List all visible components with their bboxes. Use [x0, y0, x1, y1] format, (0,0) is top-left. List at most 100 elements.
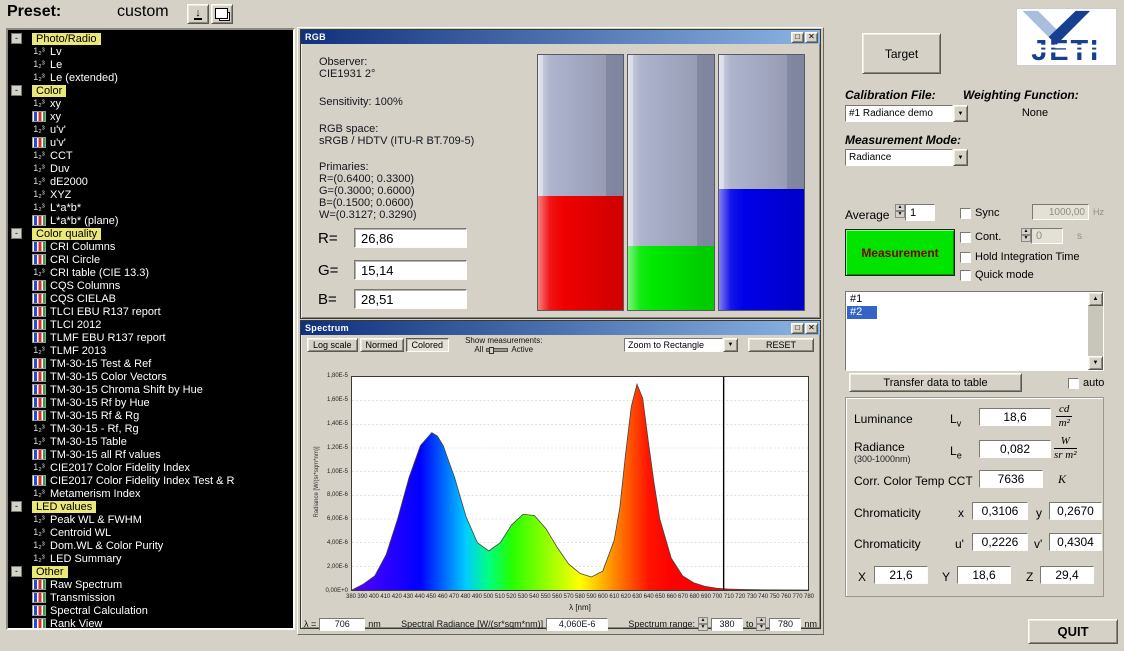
- spectrum-titlebar[interactable]: Spectrum □ ✕: [301, 321, 820, 335]
- slider-thumb[interactable]: [489, 347, 494, 354]
- checkbox-box[interactable]: [960, 208, 971, 219]
- tree-item[interactable]: Transmission: [8, 591, 293, 604]
- checkbox-box[interactable]: [960, 232, 971, 243]
- tree-group-header[interactable]: Photo/Radio: [32, 33, 101, 45]
- close-icon[interactable]: ✕: [805, 323, 818, 334]
- tree-item[interactable]: TM-30-15 Chroma Shift by Hue: [8, 383, 293, 396]
- tree-item[interactable]: TM-30-15 Rf & Rg: [8, 409, 293, 422]
- listbox-scrollbar[interactable]: ▲ ▼: [1088, 292, 1103, 370]
- preset-value[interactable]: custom: [117, 3, 169, 21]
- tree-item[interactable]: CQS Columns: [8, 279, 293, 292]
- measurement-list-item[interactable]: #1: [847, 293, 1087, 306]
- measurement-mode-dropdown[interactable]: Radiance ▼: [845, 149, 968, 166]
- tree-item[interactable]: Rank View: [8, 617, 293, 630]
- tree-item[interactable]: TM-30-15 Test & Ref: [8, 357, 293, 370]
- collapse-icon[interactable]: -: [11, 228, 22, 239]
- tree-item[interactable]: 1₂³Duv: [8, 162, 293, 175]
- close-icon[interactable]: ✕: [805, 32, 818, 43]
- tree-item[interactable]: 1₂³LED Summary: [8, 552, 293, 565]
- average-spinner[interactable]: ▲▼ 1: [895, 204, 935, 221]
- zoom-mode-dropdown[interactable]: Zoom to Rectangle ▼: [624, 338, 738, 352]
- tree-item[interactable]: 1₂³Peak WL & FWHM: [8, 513, 293, 526]
- tree-item[interactable]: TM-30-15 Rf by Hue: [8, 396, 293, 409]
- tree-group-header[interactable]: Color: [32, 85, 66, 97]
- lambda-field[interactable]: 706: [319, 618, 365, 631]
- tree-group-header[interactable]: Color quality: [32, 228, 101, 240]
- tree-item[interactable]: TM-30-15 Color Vectors: [8, 370, 293, 383]
- scroll-down-icon[interactable]: ▼: [1088, 356, 1103, 370]
- target-button[interactable]: Target: [862, 33, 941, 74]
- normed-button[interactable]: Normed: [360, 338, 404, 352]
- load-preset-button[interactable]: ↓: [187, 4, 209, 24]
- tree-item[interactable]: CQS CIELAB: [8, 292, 293, 305]
- tree-item[interactable]: 1₂³L*a*b*: [8, 201, 293, 214]
- tree-group-row[interactable]: -Other: [8, 565, 293, 578]
- measurement-button[interactable]: Measurement: [845, 229, 955, 276]
- tree-item[interactable]: 1₂³TM-30-15 - Rf, Rg: [8, 422, 293, 435]
- range-to-spinner[interactable]: ▲▼: [756, 617, 766, 631]
- cont-checkbox[interactable]: Cont.: [960, 231, 1001, 243]
- checkbox-box[interactable]: [960, 252, 971, 263]
- sync-checkbox[interactable]: Sync: [960, 207, 999, 219]
- quit-button[interactable]: QUIT: [1028, 619, 1118, 644]
- tree-item[interactable]: Spectral Calculation: [8, 604, 293, 617]
- reset-button[interactable]: RESET: [748, 338, 814, 352]
- cont-spinner[interactable]: ▲▼ 0: [1021, 228, 1063, 244]
- checkbox-box[interactable]: [1068, 378, 1079, 389]
- scroll-up-icon[interactable]: ▲: [1088, 292, 1103, 306]
- tree-item[interactable]: 1₂³xy: [8, 97, 293, 110]
- quick-mode-checkbox[interactable]: Quick mode: [960, 269, 1034, 281]
- listbox-items[interactable]: #1#2: [847, 293, 1087, 369]
- dropdown-arrow-icon[interactable]: ▼: [953, 149, 968, 166]
- tree-item[interactable]: u'v': [8, 136, 293, 149]
- measurement-listbox[interactable]: #1#2 ▲ ▼: [845, 291, 1104, 371]
- range-to-field[interactable]: 780: [769, 618, 801, 631]
- log-scale-button[interactable]: Log scale: [307, 338, 358, 352]
- calibration-file-dropdown[interactable]: #1 Radiance demo ▼: [845, 105, 968, 122]
- spin-up-icon[interactable]: ▲: [756, 617, 766, 624]
- tree-item[interactable]: CIE2017 Color Fidelity Index Test & R: [8, 474, 293, 487]
- tree-item[interactable]: 1₂³Dom.WL & Color Purity: [8, 539, 293, 552]
- checkbox-box[interactable]: [960, 270, 971, 281]
- collapse-icon[interactable]: -: [11, 33, 22, 44]
- range-from-spinner[interactable]: ▲▼: [698, 617, 708, 631]
- dropdown-arrow-icon[interactable]: ▼: [953, 105, 968, 122]
- copy-preset-button[interactable]: [211, 4, 233, 24]
- tree-item[interactable]: 1₂³CIE2017 Color Fidelity Index: [8, 461, 293, 474]
- measurement-tree[interactable]: -Photo/Radio1₂³Lv1₂³Le1₂³Le (extended)-C…: [6, 28, 295, 630]
- tree-group-row[interactable]: -LED values: [8, 500, 293, 513]
- spin-up-icon[interactable]: ▲: [1021, 228, 1031, 235]
- spin-down-icon[interactable]: ▼: [756, 624, 766, 631]
- dropdown-arrow-icon[interactable]: ▼: [723, 338, 738, 352]
- tree-group-row[interactable]: -Color quality: [8, 227, 293, 240]
- tree-group-header[interactable]: LED values: [32, 501, 96, 513]
- collapse-icon[interactable]: -: [11, 501, 22, 512]
- tree-item[interactable]: 1₂³Centroid WL: [8, 526, 293, 539]
- tree-item[interactable]: TLCI 2012: [8, 318, 293, 331]
- tree-item[interactable]: 1₂³u'v': [8, 123, 293, 136]
- transfer-data-button[interactable]: Transfer data to table: [849, 373, 1022, 392]
- spin-down-icon[interactable]: ▼: [1021, 235, 1031, 242]
- spectrum-plot[interactable]: [351, 376, 809, 591]
- tree-item[interactable]: TLMF EBU R137 report: [8, 331, 293, 344]
- tree-item[interactable]: 1₂³Metamerism Index: [8, 487, 293, 500]
- spin-up-icon[interactable]: ▲: [698, 617, 708, 624]
- maximize-icon[interactable]: □: [791, 32, 804, 43]
- tree-item[interactable]: 1₂³dE2000: [8, 175, 293, 188]
- tree-item[interactable]: 1₂³CRI table (CIE 13.3): [8, 266, 293, 279]
- tree-group-header[interactable]: Other: [32, 566, 68, 578]
- maximize-icon[interactable]: □: [791, 323, 804, 334]
- tree-item[interactable]: 1₂³TM-30-15 Table: [8, 435, 293, 448]
- tree-item[interactable]: 1₂³Le: [8, 58, 293, 71]
- range-from-field[interactable]: 380: [711, 618, 743, 631]
- tree-item[interactable]: TM-30-15 all Rf values: [8, 448, 293, 461]
- spin-up-icon[interactable]: ▲: [895, 204, 905, 211]
- tree-item[interactable]: 1₂³CCT: [8, 149, 293, 162]
- spin-down-icon[interactable]: ▼: [895, 211, 905, 218]
- tree-item[interactable]: 1₂³TLMF 2013: [8, 344, 293, 357]
- colored-button[interactable]: Colored: [406, 338, 450, 352]
- tree-item[interactable]: xy: [8, 110, 293, 123]
- collapse-icon[interactable]: -: [11, 566, 22, 577]
- tree-item[interactable]: CRI Columns: [8, 240, 293, 253]
- tree-item[interactable]: 1₂³Le (extended): [8, 71, 293, 84]
